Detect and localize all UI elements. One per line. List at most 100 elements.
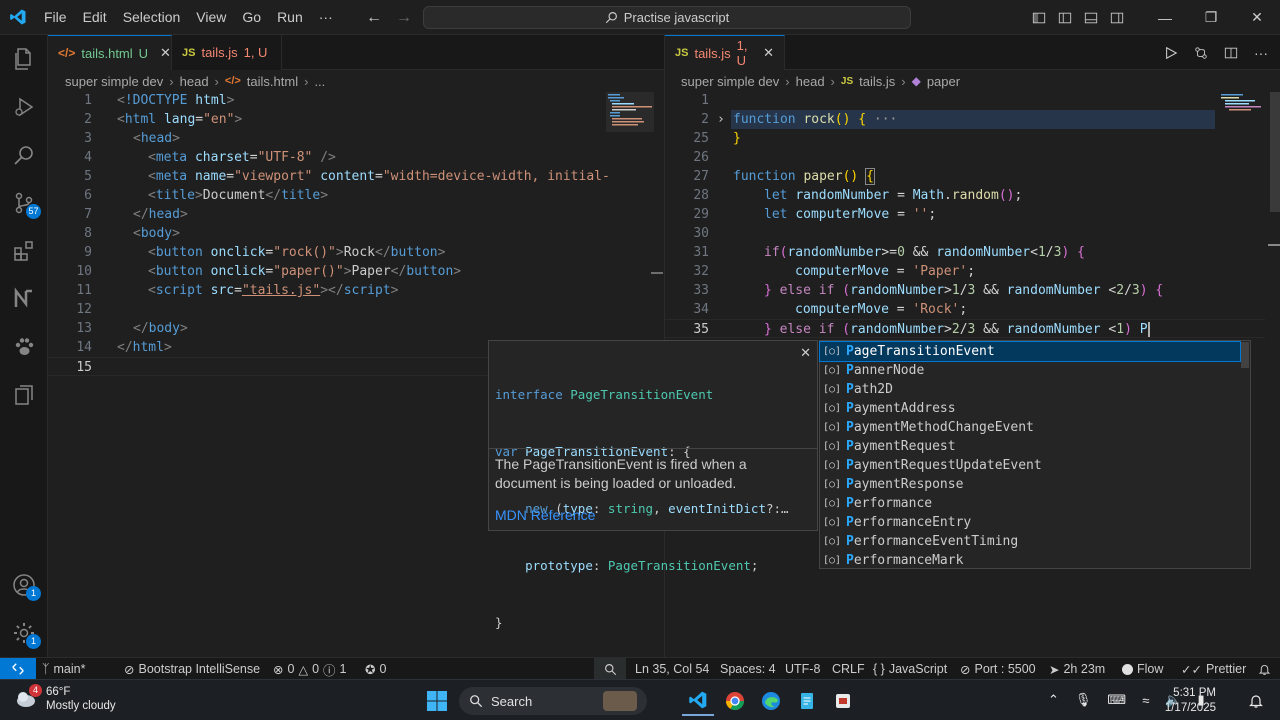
vertical-scrollbar[interactable] [1266, 92, 1280, 657]
breadcrumb-file[interactable]: tails.html [247, 74, 298, 89]
suggestion-item[interactable]: [○] PageTransitionEvent [819, 341, 1241, 362]
suggestion-item[interactable]: [○] PerformanceEntry [820, 513, 1240, 532]
open-changes-icon[interactable] [1194, 46, 1208, 60]
fold-chevron-icon[interactable]: › [717, 110, 725, 129]
microphone-icon[interactable]: 🎙 [1075, 692, 1092, 708]
suggestion-item[interactable]: [○] Path2D [820, 380, 1240, 399]
source-control-icon[interactable]: 57 [0, 179, 48, 227]
zoom-icon[interactable] [594, 658, 626, 680]
snipping-tool-icon[interactable] [827, 686, 859, 716]
tab-tails-js[interactable]: JS tails.js 1, U ✕ [665, 35, 785, 70]
tab-git-status: 1, U [736, 38, 748, 68]
close-window-button[interactable]: ✕ [1234, 0, 1280, 35]
notifications-bell-icon[interactable] [1258, 658, 1271, 680]
wifi-icon[interactable]: ≈ [1142, 693, 1149, 708]
search-activity-icon[interactable] [0, 131, 48, 179]
edge-icon[interactable] [755, 686, 787, 716]
mdn-reference-link[interactable]: MDN Reference [495, 507, 595, 523]
breadcrumb-symbol[interactable]: ... [314, 74, 325, 89]
explorer-icon[interactable] [0, 35, 48, 83]
suggestion-item[interactable]: [○] PaymentAddress [820, 399, 1240, 418]
settings-gear-icon[interactable]: 1 [0, 609, 48, 657]
notification-bell-icon[interactable] [1240, 686, 1272, 716]
run-debug-icon[interactable] [0, 83, 48, 131]
suggestion-scrollbar[interactable] [1241, 342, 1249, 368]
menu-file[interactable]: File [36, 0, 75, 35]
taskbar-search[interactable]: Search [459, 687, 647, 715]
language-mode[interactable]: { } JavaScript [873, 658, 947, 680]
remote-explorer-icon[interactable] [0, 371, 48, 419]
encoding[interactable]: UTF-8 [785, 658, 820, 680]
variable-symbol-icon: [○] [822, 403, 842, 414]
cursor-position[interactable]: Ln 35, Col 54 [635, 658, 709, 680]
flow-status[interactable]: Flow [1122, 658, 1163, 680]
wakatime-icon: ➤ [1049, 662, 1060, 677]
breadcrumb-folder[interactable]: super simple dev [681, 74, 779, 89]
nx-console-icon[interactable] [0, 275, 48, 323]
suggestion-item[interactable]: [○] PaymentMethodChangeEvent [820, 418, 1240, 437]
weather-widget[interactable]: 4 66°F Mostly cloudy [14, 684, 116, 713]
ports-indicator[interactable]: ✪ 0 [365, 658, 386, 680]
breadcrumb-folder[interactable]: head [180, 74, 209, 89]
menu-more[interactable]: ··· [311, 0, 341, 35]
live-server-port[interactable]: ⊘ Port : 5500 [960, 658, 1036, 680]
wakatime[interactable]: ➤ 2h 23m [1049, 658, 1105, 680]
menu-edit[interactable]: Edit [75, 0, 115, 35]
menu-view[interactable]: View [188, 0, 234, 35]
windows-start-icon[interactable] [421, 686, 453, 716]
extensions-icon[interactable] [0, 227, 48, 275]
breadcrumb-folder[interactable]: head [796, 74, 825, 89]
accounts-icon[interactable]: 1 [0, 561, 48, 609]
more-actions-icon[interactable]: ··· [1254, 45, 1268, 61]
git-branch[interactable]: ᛉ main* [42, 658, 85, 680]
breadcrumb-folder[interactable]: super simple dev [65, 74, 163, 89]
breadcrumb-symbol[interactable]: paper [927, 74, 960, 89]
toggle-panel-icon[interactable] [1078, 0, 1104, 35]
command-center[interactable]: Practise javascript [423, 6, 911, 29]
breadcrumb-file[interactable]: tails.js [859, 74, 895, 89]
vscode-taskbar-icon[interactable] [682, 686, 714, 716]
suggestion-item[interactable]: [○] PaymentRequestUpdateEvent [820, 456, 1240, 475]
remote-indicator-icon[interactable] [0, 658, 36, 680]
tab-tails-js[interactable]: JS tails.js 1, U [172, 35, 282, 70]
paw-extension-icon[interactable] [0, 323, 48, 371]
problems-indicator[interactable]: ⊗ 0 △ 0 ⓘ 1 [273, 658, 346, 680]
toggle-sidebar-icon[interactable] [1052, 0, 1078, 35]
code-line: </html> [117, 340, 172, 355]
back-arrow-icon[interactable]: ← [366, 9, 382, 27]
keyboard-icon[interactable]: ⌨ [1107, 692, 1126, 708]
suggestion-item[interactable]: [○] PerformanceMark [820, 551, 1240, 570]
suggestion-item[interactable]: [○] PaymentResponse [820, 475, 1240, 494]
variable-symbol-icon: [○] [822, 536, 842, 547]
toggle-secondary-sidebar-icon[interactable] [1104, 0, 1130, 35]
folded-region[interactable]: ··· [874, 112, 897, 127]
suggestion-item[interactable]: [○] PaymentRequest [820, 437, 1240, 456]
close-icon[interactable]: ✕ [800, 345, 811, 361]
clock-date: 1/17/2025 [1164, 702, 1216, 714]
menu-selection[interactable]: Selection [115, 0, 189, 35]
bootstrap-intellisense[interactable]: ⊘ Bootstrap IntelliSense [124, 658, 260, 680]
suggestion-item[interactable]: [○] PannerNode [820, 361, 1240, 380]
system-clock[interactable]: 5:31 PM 1/17/2025 [1165, 686, 1216, 716]
forward-arrow-icon[interactable]: → [396, 9, 412, 27]
menu-run[interactable]: Run [269, 0, 311, 35]
chrome-icon[interactable] [719, 686, 751, 716]
customize-layout-icon[interactable] [1026, 0, 1052, 35]
close-icon[interactable]: ✕ [160, 45, 171, 61]
suggestion-list[interactable]: [○] PageTransitionEvent [○] PannerNode [○] Pa… [819, 340, 1251, 569]
suggestion-label: aymentAddress [853, 401, 956, 416]
suggestion-item[interactable]: [○] Performance [820, 494, 1240, 513]
run-code-icon[interactable] [1164, 46, 1178, 60]
split-editor-icon[interactable] [1224, 46, 1238, 60]
minimize-button[interactable]: — [1142, 0, 1188, 35]
restore-button[interactable]: ❐ [1188, 0, 1234, 35]
prettier-status[interactable]: ✓✓ Prettier [1181, 658, 1246, 680]
suggestion-item[interactable]: [○] PerformanceEventTiming [820, 532, 1240, 551]
close-icon[interactable]: ✕ [763, 45, 774, 61]
tab-tails-html[interactable]: </> tails.html U ✕ [48, 35, 172, 70]
chevron-up-icon[interactable]: ⌃ [1048, 692, 1059, 708]
line-ending[interactable]: CRLF [832, 658, 865, 680]
notepad-icon[interactable] [791, 686, 823, 716]
menu-go[interactable]: Go [234, 0, 269, 35]
indentation[interactable]: Spaces: 4 [720, 658, 776, 680]
